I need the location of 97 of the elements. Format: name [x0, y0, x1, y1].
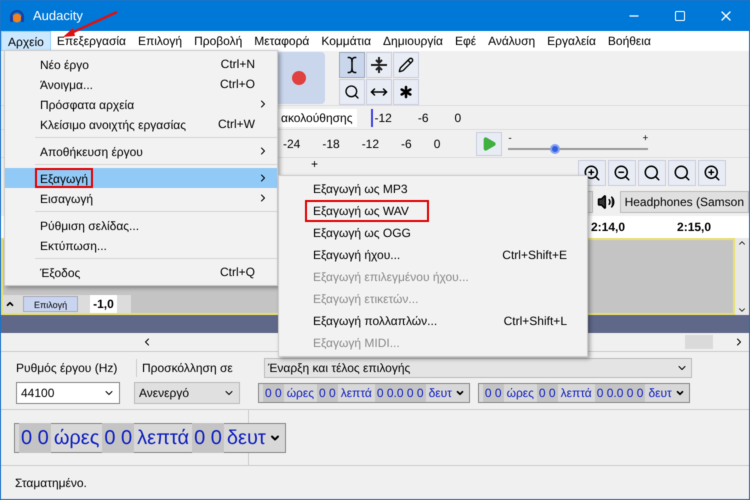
- menu-item[interactable]: Δημιουργία: [377, 31, 449, 51]
- menu-item[interactable]: Μεταφορά: [248, 31, 316, 51]
- menu-entry[interactable]: Κλείσιμο ανοιχτής εργασίας Ctrl+W: [5, 114, 277, 134]
- zoom-toggle-button[interactable]: [698, 160, 726, 186]
- time-unit: λεπτά: [136, 426, 190, 450]
- time-unit: λεπτά: [560, 384, 593, 402]
- slider-max-label: +: [642, 134, 648, 144]
- plus-label: +: [311, 158, 318, 170]
- play-icon: [481, 136, 498, 152]
- fit-project-button[interactable]: [668, 160, 696, 186]
- time-digits: 0 0: [482, 384, 504, 402]
- time-unit: δευτ: [647, 384, 673, 402]
- menu-entry[interactable]: Έξοδος Ctrl+Q: [5, 262, 277, 282]
- meter-tick-label: -6: [401, 136, 412, 152]
- time-digits: 0 0.0 0 0: [374, 384, 426, 402]
- fit-selection-button[interactable]: [638, 160, 666, 186]
- time-unit: ώρες: [506, 384, 535, 402]
- time-shift-tool-button[interactable]: [366, 78, 392, 104]
- magnifier-icon: [344, 84, 360, 100]
- envelope-tool-button[interactable]: [366, 52, 392, 78]
- slider-min-label: -: [508, 134, 512, 144]
- ruler-label: 2:14,0: [591, 219, 626, 236]
- menu-item[interactable]: Αρχείο: [1, 31, 51, 51]
- scale-label: -1,0: [90, 295, 117, 313]
- time-field[interactable]: 0 0 ώρες 0 0 λεπτά 0 0.0 0 0 δευτ: [258, 382, 470, 402]
- menu-entry[interactable]: Άνοιγμα... Ctrl+O: [5, 74, 277, 94]
- ruler-label: 2:15,0: [677, 219, 712, 236]
- meter-tick-label: -12: [374, 110, 392, 126]
- speaker-icon: [597, 192, 616, 212]
- meter-label: ακολούθησης: [277, 108, 357, 126]
- maximize-icon: [674, 10, 686, 22]
- menu-entry[interactable]: Αποθήκευση έργου: [5, 141, 277, 161]
- field-label: Προσκόλληση σε: [136, 358, 256, 376]
- track-select-button[interactable]: Επιλογή: [23, 296, 78, 312]
- speed-slider[interactable]: [508, 144, 648, 154]
- zoom-out-icon: [613, 164, 632, 182]
- menu-entry[interactable]: Εξαγωγή ως MP3: [279, 178, 587, 200]
- menu-item[interactable]: Ανάλυση: [482, 31, 542, 51]
- time-field[interactable]: 0 0 ώρες 0 0 λεπτά 0 0 δευτ: [14, 422, 286, 452]
- menu-entry[interactable]: Εξαγωγή πολλαπλών... Ctrl+Shift+L: [279, 310, 587, 332]
- time-field[interactable]: 0 0 ώρες 0 0 λεπτά 0 0.0 0 0 δευτ: [478, 382, 690, 402]
- menu-entry[interactable]: Εκτύπωση...: [5, 235, 277, 255]
- time-digits: 0 0: [102, 422, 134, 452]
- multi-tool-button[interactable]: [393, 78, 419, 104]
- meter-tick-label: -24: [283, 136, 300, 152]
- meter-tick-label: -6: [418, 110, 429, 126]
- menu-entry[interactable]: Εξαγωγή ήχου... Ctrl+Shift+E: [279, 244, 587, 266]
- time-digits: 0 0.0 0 0: [594, 384, 646, 402]
- time-unit: ώρες: [286, 384, 316, 402]
- menu-item[interactable]: Βοήθεια: [602, 31, 657, 51]
- time-unit: ώρες: [52, 426, 100, 450]
- collapse-icon: [5, 299, 15, 309]
- magnifier-icon: [673, 164, 692, 182]
- menu-item[interactable]: Κομμάτια: [315, 31, 377, 51]
- selection-tool-button[interactable]: [339, 52, 365, 78]
- selection-mode-dropdown[interactable]: Έναρξη και τέλος επιλογής: [264, 358, 692, 378]
- meter-tick-label: 0: [454, 110, 462, 126]
- time-digits: 0 0: [317, 384, 338, 402]
- zoom-out-button[interactable]: [608, 160, 636, 186]
- envelope-icon: [370, 56, 388, 74]
- snap-dropdown[interactable]: Ανενεργό: [134, 382, 240, 404]
- menu-item[interactable]: Προβολή: [188, 31, 248, 51]
- magnifier-icon: [643, 164, 662, 182]
- zoom-in-icon: [583, 164, 602, 182]
- pencil-icon: [398, 56, 414, 72]
- meter-tick-label: -18: [322, 136, 340, 152]
- time-digits: 0 0: [192, 422, 224, 452]
- menu-item[interactable]: Εφέ: [448, 31, 482, 51]
- menu-entry[interactable]: Πρόσφατα αρχεία: [5, 94, 277, 114]
- window-title: Audacity: [33, 7, 83, 26]
- time-digits: 0 0: [19, 422, 51, 452]
- menu-entry[interactable]: Εισαγωγή: [5, 188, 277, 208]
- menu-item[interactable]: Επιλογή: [132, 31, 188, 51]
- rate-dropdown[interactable]: 44100: [16, 382, 120, 404]
- zoom-in-icon: [703, 164, 722, 182]
- menu-entry[interactable]: Εξαγωγή ως WAV: [279, 200, 587, 222]
- meter-tick-label: -12: [362, 136, 380, 152]
- output-device-field[interactable]: Headphones (Samson: [620, 191, 749, 213]
- menu-entry[interactable]: Νέο έργο Ctrl+N: [5, 54, 277, 74]
- time-digits: 0 0: [536, 384, 558, 402]
- time-unit: δευτ: [428, 384, 453, 402]
- status-text: Σταματημένο.: [15, 474, 87, 492]
- field-label: Ρυθμός έργου (Hz): [16, 360, 118, 376]
- pencil-tool-button[interactable]: [393, 52, 419, 78]
- menu-entry[interactable]: Εξαγωγή: [5, 168, 277, 188]
- vertical-scrollbar[interactable]: [735, 238, 749, 315]
- menu-item[interactable]: Εργαλεία: [541, 31, 602, 51]
- menu-entry[interactable]: Ρύθμιση σελίδας...: [5, 215, 277, 235]
- slider-thumb[interactable]: [550, 144, 560, 154]
- time-unit: δευτ: [226, 426, 267, 450]
- zoom-tool-button[interactable]: [339, 78, 365, 104]
- headphones-logo-icon: [9, 8, 25, 24]
- time-unit: λεπτά: [340, 384, 373, 402]
- menu-entry[interactable]: Εξαγωγή ως OGG: [279, 222, 587, 244]
- time-digits: 0 0: [263, 384, 284, 402]
- menu-item[interactable]: Επεξεργασία: [50, 31, 132, 51]
- meter-tick-label: 0: [434, 136, 440, 152]
